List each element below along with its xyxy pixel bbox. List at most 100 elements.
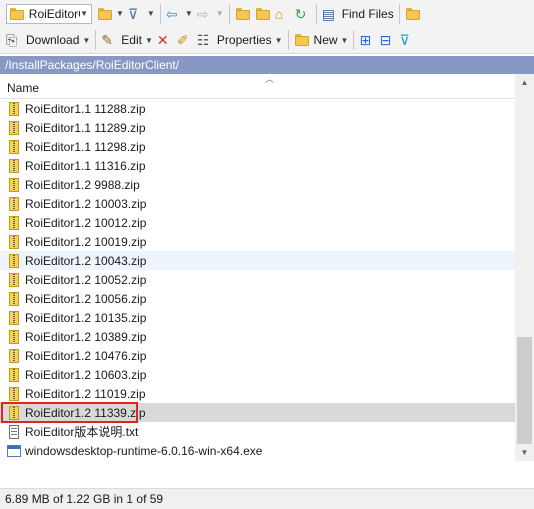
toolbar-actions: ⎘ Download ▼ ✎ Edit ▼ ✕ ✐ ☷ Properties ▼… <box>0 27 534 54</box>
new-label: New <box>313 33 338 47</box>
file-row[interactable]: RoiEditor1.2 11339.zip <box>0 402 515 423</box>
file-name: RoiEditor1.1 11289.zip <box>25 120 146 135</box>
scroll-down-icon[interactable]: ▼ <box>515 444 534 461</box>
file-name: RoiEditor1.2 10476.zip <box>25 348 147 363</box>
rename-button[interactable]: ✐ <box>175 29 195 51</box>
scroll-thumb[interactable] <box>517 337 532 444</box>
file-name: RoiEditor1.2 11019.zip <box>25 386 146 401</box>
file-row[interactable]: RoiEditor1.2 10003.zip <box>0 194 515 213</box>
toolbar-divider <box>398 3 400 24</box>
chevron-down-icon: ▼ <box>146 9 155 18</box>
open-folder-icon <box>97 6 113 22</box>
file-name: RoiEditor1.2 10135.zip <box>25 310 147 325</box>
file-row[interactable]: RoiEditor1.2 9988.zip <box>0 175 515 194</box>
filter-select-button[interactable]: ⊽ <box>397 29 417 51</box>
list-header: ︿ Name <box>0 74 515 99</box>
deselect-button[interactable]: ⊟ <box>377 29 397 51</box>
download-icon: ⎘ <box>6 32 18 48</box>
rename-icon: ✐ <box>176 32 189 48</box>
open-folder-button[interactable]: ▼ <box>95 3 126 25</box>
select-all-button[interactable]: ⊞ <box>357 29 377 51</box>
file-row[interactable]: RoiEditor1.2 10043.zip <box>0 251 515 270</box>
delete-button[interactable]: ✕ <box>155 29 175 51</box>
properties-button[interactable]: ☷ Properties ▼ <box>195 29 285 51</box>
file-name: RoiEditor1.1 11288.zip <box>25 101 146 116</box>
parent-folder-button[interactable] <box>233 3 253 25</box>
file-row[interactable]: RoiEditor1.2 10476.zip <box>0 346 515 365</box>
file-row[interactable]: RoiEditor1.2 10012.zip <box>0 213 515 232</box>
tree-view-button[interactable] <box>403 3 423 25</box>
file-name: RoiEditor版本说明.txt <box>25 425 139 439</box>
refresh-icon: ↻ <box>294 5 307 22</box>
toolbar-divider <box>353 30 355 50</box>
toolbar-navigation: RoiEditorC ▼ ▼ ⊽ ▼ ⇦ ▼ ⇨ ▼ ⌂ ↻ ▤ Find Fi… <box>0 0 534 27</box>
file-row[interactable]: RoiEditor1.2 11019.zip <box>0 384 515 403</box>
zip-file-icon <box>6 348 22 364</box>
file-row[interactable]: RoiEditor版本说明.txt <box>0 422 515 441</box>
vertical-scrollbar[interactable]: ▲ ▼ <box>515 74 534 461</box>
text-file-icon <box>6 424 22 440</box>
refresh-button[interactable]: ↻ <box>293 3 313 25</box>
filter-icon: ⊽ <box>127 5 139 22</box>
location-combo[interactable]: RoiEditorC ▼ <box>6 3 92 24</box>
toolbar-divider <box>287 30 289 50</box>
chevron-down-icon: ▼ <box>184 9 193 18</box>
properties-label: Properties <box>216 33 272 47</box>
home-icon: ⌂ <box>274 5 284 22</box>
file-row[interactable]: RoiEditor1.1 11316.zip <box>0 156 515 175</box>
delete-icon: ✕ <box>156 32 169 48</box>
properties-icon: ☷ <box>196 32 210 48</box>
forward-button[interactable]: ⇨ ▼ <box>195 3 226 25</box>
zip-file-icon <box>6 158 22 174</box>
zip-file-icon <box>6 253 22 269</box>
root-folder-button[interactable] <box>253 3 273 25</box>
home-button[interactable]: ⌂ <box>273 3 293 25</box>
chevron-down-icon: ▼ <box>116 9 124 18</box>
file-name: windowsdesktop-runtime-6.0.16-win-x64.ex… <box>25 443 263 458</box>
file-name: RoiEditor1.2 10019.zip <box>25 234 147 249</box>
edit-label: Edit <box>121 33 142 47</box>
filter-button[interactable]: ⊽ ▼ <box>126 3 157 25</box>
chevron-down-icon: ▼ <box>82 35 91 45</box>
new-folder-icon <box>294 32 310 48</box>
status-bar: 6.89 MB of 1.22 GB in 1 of 59 <box>0 488 534 509</box>
file-row[interactable]: RoiEditor1.2 10019.zip <box>0 232 515 251</box>
zip-file-icon <box>6 272 22 288</box>
edit-button[interactable]: ✎ Edit ▼ <box>99 29 155 51</box>
file-row[interactable]: RoiEditor1.1 11289.zip <box>0 118 515 137</box>
file-row[interactable]: RoiEditor1.2 10389.zip <box>0 327 515 346</box>
file-name: RoiEditor1.2 10043.zip <box>25 253 147 268</box>
sort-ascending-icon: ︿ <box>265 74 275 84</box>
column-header-name[interactable]: Name <box>7 81 39 95</box>
forward-arrow-icon: ⇨ <box>196 5 209 22</box>
location-combo-value: RoiEditorC <box>28 6 80 21</box>
file-row[interactable]: windowsdesktop-runtime-6.0.16-win-x64.ex… <box>0 441 515 460</box>
file-row[interactable]: RoiEditor1.1 11298.zip <box>0 137 515 156</box>
back-button[interactable]: ⇦ ▼ <box>164 3 195 25</box>
scroll-up-icon[interactable]: ▲ <box>515 74 534 91</box>
folder-icon <box>9 6 25 22</box>
chevron-down-icon: ▼ <box>144 35 153 45</box>
file-row[interactable]: RoiEditor1.2 10603.zip <box>0 365 515 384</box>
zip-file-icon <box>6 177 22 193</box>
zip-file-icon <box>6 120 22 136</box>
zip-file-icon <box>6 101 22 117</box>
zip-file-icon <box>6 310 22 326</box>
file-row[interactable]: RoiEditor1.2 10056.zip <box>0 289 515 308</box>
file-name: RoiEditor1.2 10012.zip <box>25 215 147 230</box>
exe-file-icon <box>6 443 22 459</box>
file-row[interactable]: RoiEditor1.2 10135.zip <box>0 308 515 327</box>
download-button[interactable]: ⎘ Download ▼ <box>4 29 92 51</box>
zip-file-icon <box>6 139 22 155</box>
zip-file-icon <box>6 196 22 212</box>
file-name: RoiEditor1.2 10389.zip <box>25 329 147 344</box>
toolbar-divider <box>95 30 97 50</box>
file-list: RoiEditor1.1 11288.zip RoiEditor1.1 11289… <box>0 99 515 461</box>
file-name: RoiEditor1.1 11298.zip <box>25 139 146 154</box>
file-row[interactable]: RoiEditor1.2 10052.zip <box>0 270 515 289</box>
minus-icon: ⊟ <box>379 32 392 48</box>
chevron-down-icon: ▼ <box>80 9 88 18</box>
find-files-button[interactable]: ▤ Find Files <box>320 3 396 25</box>
file-row[interactable]: RoiEditor1.1 11288.zip <box>0 99 515 118</box>
new-button[interactable]: New ▼ <box>292 29 351 51</box>
